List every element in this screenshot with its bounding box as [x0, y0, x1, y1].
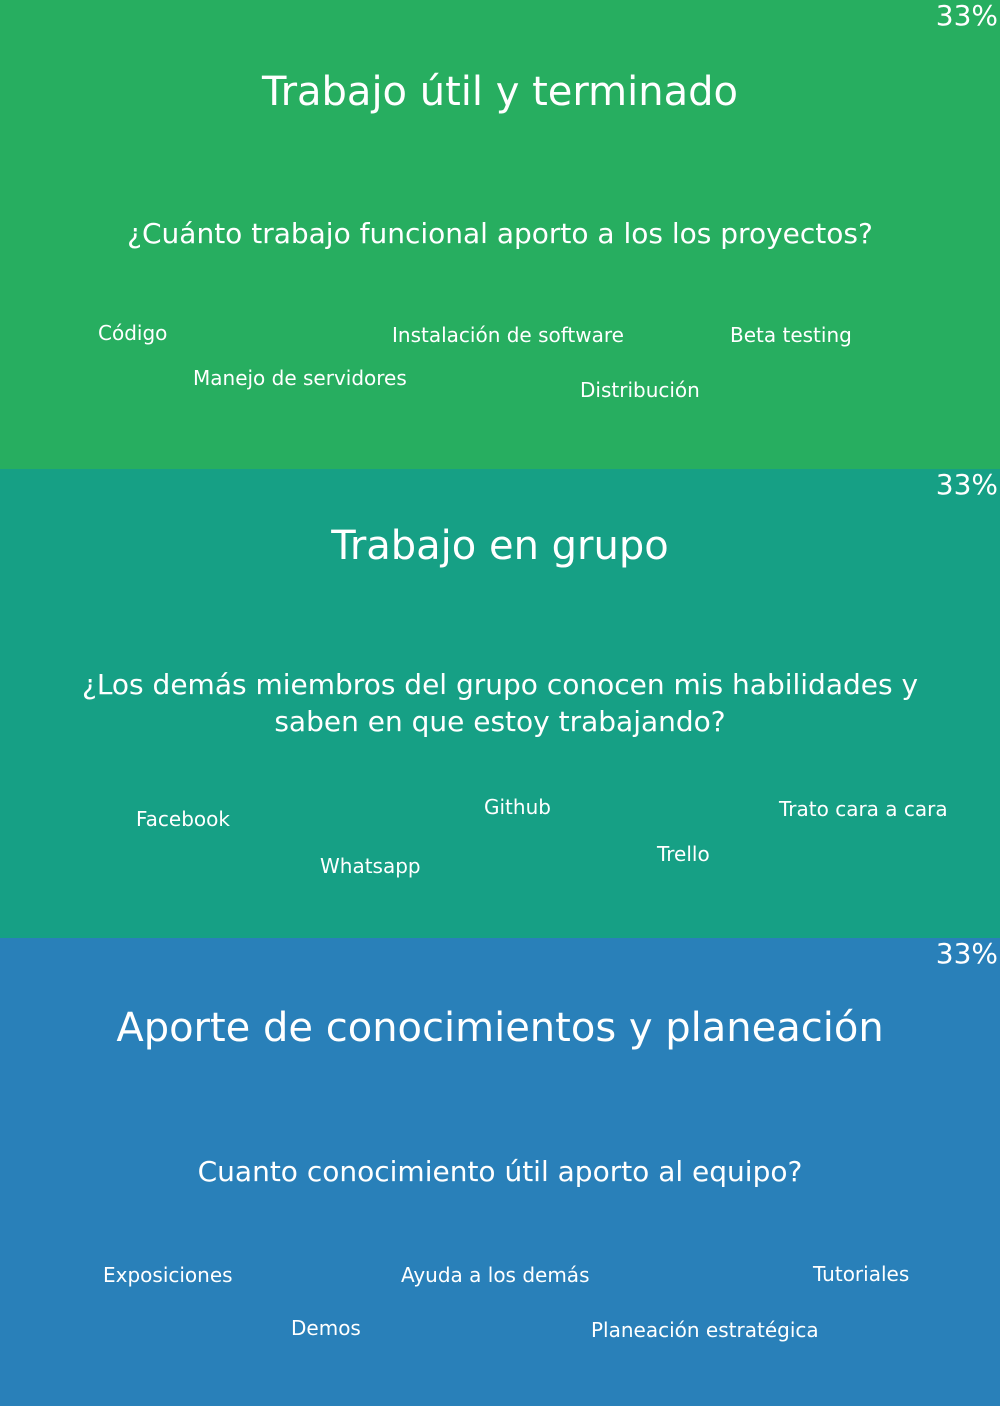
tag-word: Planeación estratégica [591, 1318, 819, 1342]
tag-word: Código [98, 321, 168, 345]
tag-word: Instalación de software [392, 323, 624, 347]
tag-word: Whatsapp [320, 854, 421, 878]
tag-word: Distribución [580, 378, 700, 402]
section-trabajo-util: 33% Trabajo útil y terminado ¿Cuánto tra… [0, 0, 1000, 469]
section-title: Trabajo útil y terminado [262, 69, 738, 115]
tag-word: Github [484, 795, 551, 819]
tag-word: Trato cara a cara [779, 797, 948, 821]
section-percent: 33% [935, 0, 998, 32]
section-percent: 33% [935, 938, 998, 970]
tag-word: Ayuda a los demás [401, 1263, 590, 1287]
tag-word: Demos [291, 1316, 361, 1340]
section-question: Cuanto conocimiento útil aporto al equip… [197, 1155, 803, 1188]
section-title: Aporte de conocimientos y planeación [116, 1005, 884, 1051]
tag-word: Tutoriales [813, 1262, 910, 1286]
section-question: ¿Cuánto trabajo funcional aporto a los l… [127, 217, 873, 250]
tag-word: Trello [657, 842, 710, 866]
tag-word: Beta testing [730, 323, 852, 347]
section-aporte-conocimientos: 33% Aporte de conocimientos y planeación… [0, 938, 1000, 1406]
section-title: Trabajo en grupo [331, 523, 669, 569]
section-trabajo-en-grupo: 33% Trabajo en grupo ¿Los demás miembros… [0, 469, 1000, 938]
tag-word: Exposiciones [103, 1263, 233, 1287]
section-percent: 33% [935, 469, 998, 501]
tag-word: Manejo de servidores [193, 366, 407, 390]
tag-word: Facebook [136, 807, 230, 831]
section-question: ¿Los demás miembros del grupo conocen mi… [81, 668, 919, 738]
